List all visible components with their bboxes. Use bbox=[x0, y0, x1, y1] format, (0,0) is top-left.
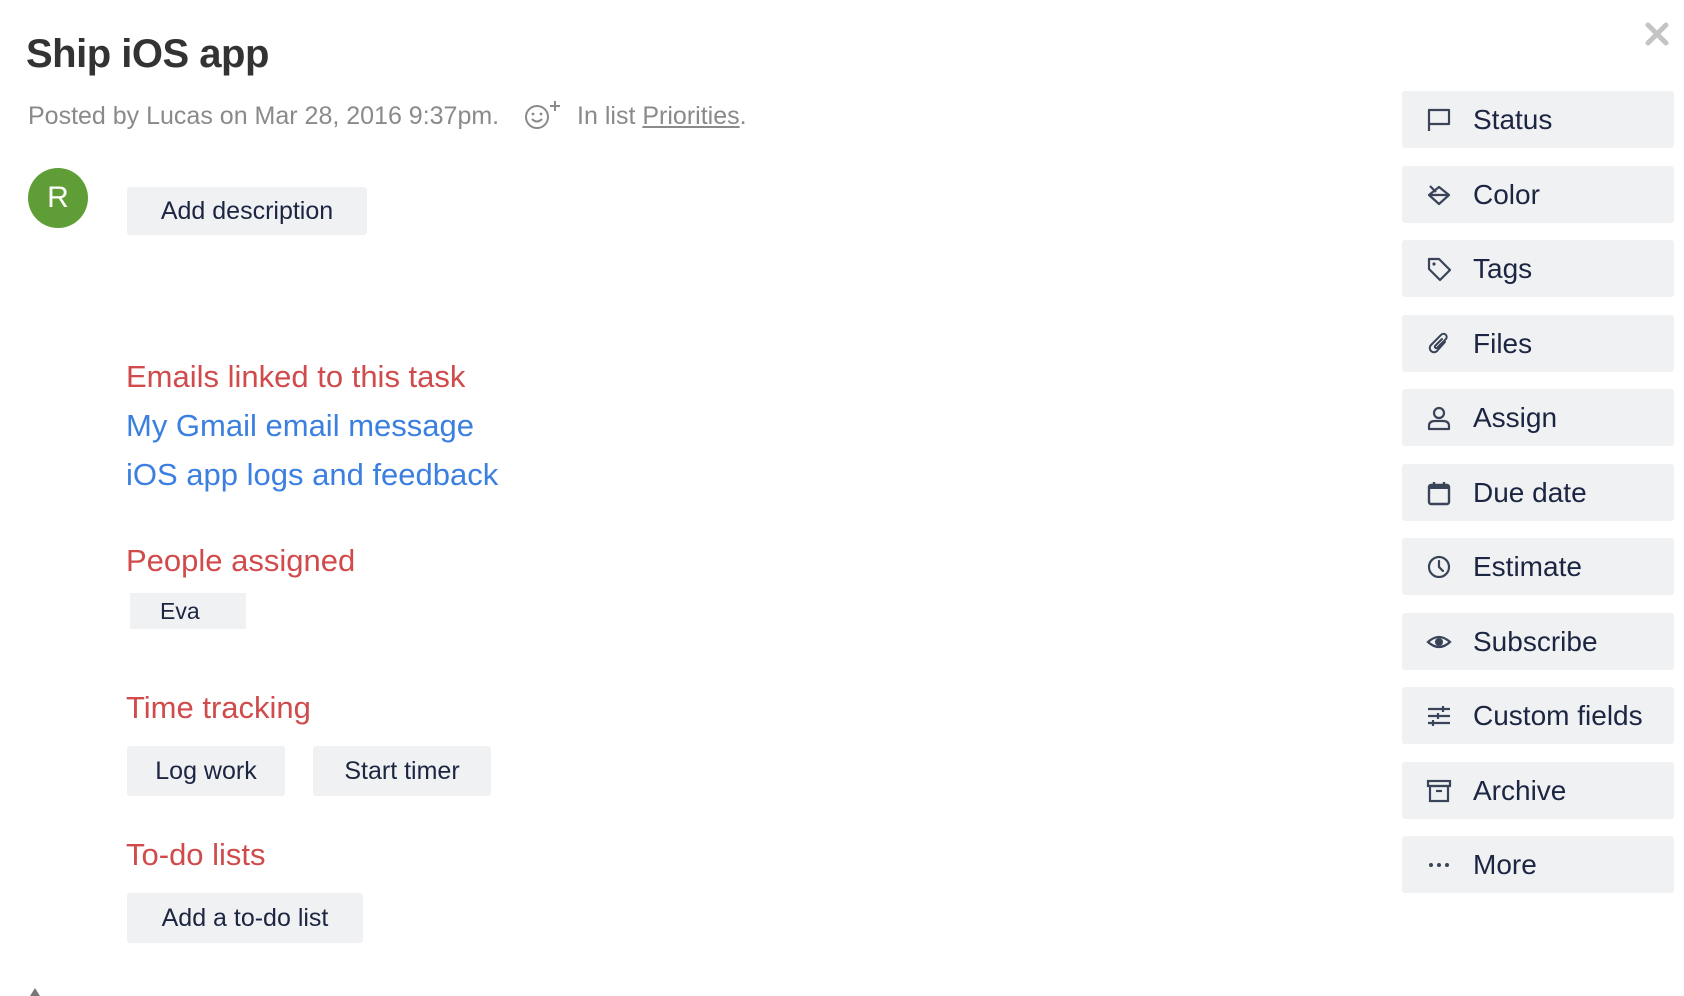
assignee-name: Eva bbox=[160, 597, 200, 624]
scroll-up-icon[interactable] bbox=[30, 988, 40, 996]
flag-icon bbox=[1425, 106, 1453, 134]
sidebar-item-status[interactable]: Status bbox=[1402, 91, 1674, 148]
sidebar-item-label: Status bbox=[1473, 103, 1553, 135]
email-link[interactable]: iOS app logs and feedback bbox=[126, 457, 498, 493]
sidebar-item-label: More bbox=[1473, 848, 1537, 880]
task-title[interactable]: Ship iOS app bbox=[26, 32, 269, 77]
start-timer-button[interactable]: Start timer bbox=[313, 746, 491, 796]
posted-info: Posted by Lucas on Mar 28, 2016 9:37pm. bbox=[28, 102, 500, 130]
eye-icon bbox=[1425, 628, 1453, 656]
sidebar-item-more[interactable]: More bbox=[1402, 836, 1674, 893]
sidebar-item-label: Files bbox=[1473, 327, 1533, 359]
sidebar-item-subscribe[interactable]: Subscribe bbox=[1402, 613, 1674, 670]
sidebar-item-archive[interactable]: Archive bbox=[1402, 762, 1674, 819]
sidebar-item-label: Tags bbox=[1473, 252, 1533, 284]
user-icon bbox=[1425, 404, 1453, 432]
assignee-tag[interactable]: Eva bbox=[130, 593, 246, 629]
close-icon[interactable] bbox=[1643, 20, 1671, 48]
sidebar-item-tags[interactable]: Tags bbox=[1402, 240, 1674, 297]
sidebar-item-assign[interactable]: Assign bbox=[1402, 389, 1674, 446]
emails-heading: Emails linked to this task bbox=[126, 359, 466, 394]
log-work-button[interactable]: Log work bbox=[127, 746, 285, 796]
sidebar-item-estimate[interactable]: Estimate bbox=[1402, 538, 1674, 595]
todo-heading: To-do lists bbox=[126, 837, 266, 872]
sidebar-item-due-date[interactable]: Due date bbox=[1402, 464, 1674, 521]
add-description-button[interactable]: Add description bbox=[127, 187, 367, 235]
avatar: R bbox=[28, 168, 88, 228]
add-todo-list-button[interactable]: Add a to-do list bbox=[127, 893, 363, 943]
sidebar-item-files[interactable]: Files bbox=[1402, 315, 1674, 372]
sidebar-item-color[interactable]: Color bbox=[1402, 166, 1674, 223]
people-heading: People assigned bbox=[126, 543, 356, 578]
sidebar-item-label: Estimate bbox=[1473, 550, 1582, 582]
list-link[interactable]: Priorities bbox=[642, 102, 739, 130]
sliders-icon bbox=[1425, 702, 1453, 730]
period: . bbox=[739, 102, 747, 130]
tag-icon bbox=[1425, 255, 1453, 283]
time-tracking-heading: Time tracking bbox=[126, 690, 311, 725]
archive-icon bbox=[1425, 777, 1453, 805]
clock-icon bbox=[1425, 553, 1453, 581]
in-list-label: In list bbox=[577, 102, 636, 130]
sidebar-item-label: Color bbox=[1473, 178, 1540, 210]
paint-bucket-icon bbox=[1425, 181, 1453, 209]
sidebar-item-label: Custom fields bbox=[1473, 699, 1643, 731]
email-link[interactable]: My Gmail email message bbox=[126, 408, 474, 444]
sidebar-item-label: Subscribe bbox=[1473, 625, 1598, 657]
sidebar-item-custom-fields[interactable]: Custom fields bbox=[1402, 687, 1674, 744]
sidebar-item-label: Archive bbox=[1473, 774, 1567, 806]
add-reaction-icon[interactable] bbox=[524, 100, 564, 130]
task-meta: Posted by Lucas on Mar 28, 2016 9:37pm. … bbox=[28, 100, 747, 131]
ellipsis-icon bbox=[1425, 851, 1453, 879]
sidebar-item-label: Due date bbox=[1473, 476, 1587, 508]
sidebar-item-label: Assign bbox=[1473, 401, 1558, 433]
paperclip-icon bbox=[1425, 330, 1453, 358]
calendar-icon bbox=[1425, 479, 1453, 507]
